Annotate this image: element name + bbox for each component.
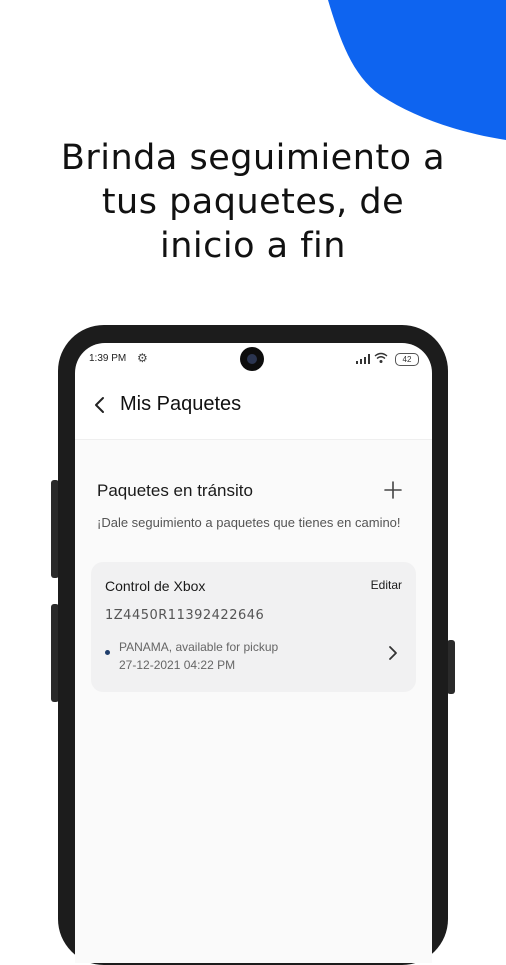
promo-headline: Brinda seguimiento a tus paquetes, de in…	[0, 136, 506, 268]
headline-line-1: Brinda seguimiento a	[60, 138, 446, 178]
headline-line-2: tus paquetes, de	[101, 182, 405, 222]
status-dot-icon	[105, 650, 110, 655]
edit-button[interactable]: Editar	[371, 578, 402, 592]
phone-screen: 1:39 PM ⚙ 42 Mis Paquetes Paquetes en tr…	[75, 343, 432, 963]
plus-icon[interactable]	[381, 478, 405, 502]
headline-line-3: inicio a fin	[160, 226, 346, 266]
section-subtitle: ¡Dale seguimiento a paquetes que tienes …	[97, 515, 401, 530]
chevron-right-icon[interactable]	[386, 644, 400, 662]
package-name: Control de Xbox	[105, 578, 206, 594]
phone-power-button	[447, 640, 455, 694]
page-title: Mis Paquetes	[120, 393, 242, 415]
package-status: PANAMA, available for pickup	[119, 640, 279, 654]
status-time: 1:39 PM	[89, 353, 127, 364]
gear-icon: ⚙	[137, 351, 148, 365]
section-title: Paquetes en tránsito	[97, 481, 253, 500]
package-card[interactable]: Control de Xbox Editar 1Z4450R1139242264…	[91, 562, 416, 692]
status-bar: 1:39 PM ⚙ 42	[75, 343, 432, 375]
battery-icon: 42	[395, 353, 419, 366]
app-bar: Mis Paquetes	[75, 379, 432, 440]
back-chevron-icon[interactable]	[89, 393, 111, 417]
tracking-number: 1Z4450R11392422646	[105, 608, 265, 623]
signal-icon	[356, 354, 370, 364]
main-content: Paquetes en tránsito ¡Dale seguimiento a…	[75, 440, 432, 963]
package-date: 27-12-2021 04:22 PM	[119, 658, 236, 672]
wifi-icon	[374, 352, 388, 363]
camera-icon	[240, 347, 264, 371]
